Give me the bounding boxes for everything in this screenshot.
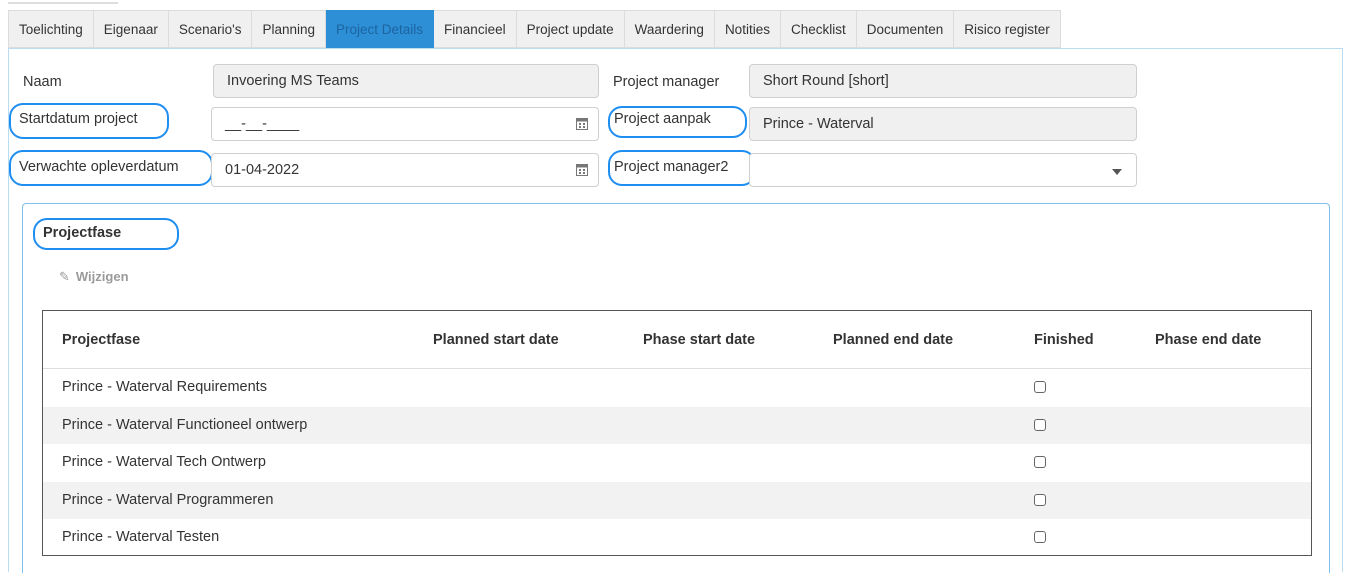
startdatum-value: __-__-____: [225, 116, 300, 132]
finished-checkbox[interactable]: [1034, 418, 1046, 431]
wijzigen-label: Wijzigen: [75, 269, 129, 284]
tab-waardering[interactable]: Waardering: [624, 10, 715, 48]
col-phase-start-date: Phase start date: [643, 332, 756, 348]
tab-eigenaar[interactable]: Eigenaar: [93, 10, 169, 48]
pencil-icon: ✎: [59, 269, 70, 284]
calendar-icon[interactable]: [576, 117, 588, 130]
finished-checkbox[interactable]: [1034, 456, 1046, 468]
table-header: Projectfase Planned start date Phase sta…: [43, 311, 1311, 369]
table-row: Prince - Waterval Requirements: [43, 369, 1311, 407]
row-phase-name: Prince - Waterval Testen: [62, 529, 220, 545]
row-phase-name: Prince - Waterval Functioneel ontwerp: [62, 416, 308, 433]
naam-field: Invoering MS Teams: [213, 64, 599, 98]
tab-documenten[interactable]: Documenten: [856, 10, 955, 48]
chevron-down-icon[interactable]: [1112, 169, 1122, 175]
verwachte-input[interactable]: 01-04-2022: [211, 153, 599, 187]
projectfase-section: Projectfase ✎ Wijzigen Projectfase Planne…: [22, 203, 1330, 573]
tab-planning[interactable]: Planning: [252, 10, 326, 48]
row-phase-name: Prince - Waterval Programmeren: [62, 491, 274, 508]
tab-notities[interactable]: Notities: [714, 10, 781, 48]
tab-toelichting[interactable]: Toelichting: [8, 10, 94, 48]
verwachte-value: 01-04-2022: [225, 162, 300, 178]
startdatum-input[interactable]: __-__-____: [211, 107, 599, 141]
tab-financieel[interactable]: Financieel: [434, 10, 517, 48]
tab-project-update[interactable]: Project update: [516, 10, 625, 48]
tab-scenarios[interactable]: Scenario's: [168, 10, 253, 48]
col-planned-start-date: Planned start date: [433, 332, 559, 348]
col-planned-end-date: Planned end date: [833, 332, 954, 348]
table-row: Prince - Waterval Tech Ontwerp: [43, 444, 1311, 482]
row-phase-name: Prince - Waterval Tech Ontwerp: [62, 454, 266, 470]
wijzigen-button[interactable]: ✎ Wijzigen: [59, 269, 129, 285]
table-row: Prince - Waterval Programmeren: [43, 481, 1311, 519]
page-heading-fragment: [8, 0, 118, 4]
finished-checkbox[interactable]: [1034, 493, 1046, 506]
project-aanpak-field: Prince - Waterval: [749, 107, 1137, 141]
projectfase-table: Projectfase Planned start date Phase sta…: [42, 310, 1312, 556]
finished-checkbox[interactable]: [1034, 531, 1046, 543]
col-finished: Finished: [1034, 332, 1094, 348]
naam-label: Naam: [23, 74, 62, 90]
project-manager-label: Project manager: [613, 74, 720, 90]
project-aanpak-label: Project aanpak: [614, 111, 711, 127]
projectfase-title: Projectfase: [33, 218, 179, 250]
row-phase-name: Prince - Waterval Requirements: [62, 379, 267, 395]
project-manager2-label: Project manager2: [614, 159, 729, 175]
project-manager-field: Short Round [short]: [749, 64, 1137, 98]
project-manager2-select[interactable]: [749, 153, 1137, 187]
project-details-panel: Naam Invoering MS Teams Project manager …: [8, 48, 1343, 573]
col-projectfase: Projectfase: [62, 332, 141, 348]
top-strip: [0, 0, 1353, 10]
finished-checkbox[interactable]: [1034, 381, 1046, 393]
col-phase-end-date: Phase end date: [1155, 332, 1262, 348]
table-row: Prince - Waterval Functioneel ontwerp: [43, 406, 1311, 444]
tab-project-details[interactable]: Project Details: [326, 10, 435, 48]
tab-checklist[interactable]: Checklist: [780, 10, 857, 48]
calendar-icon[interactable]: [576, 163, 588, 176]
table-row: Prince - Waterval Testen: [43, 519, 1311, 557]
tab-risico-register[interactable]: Risico register: [954, 10, 1061, 48]
tab-bar: Toelichting Eigenaar Scenario's Planning…: [8, 10, 1061, 48]
verwachte-label: Verwachte opleverdatum: [19, 159, 179, 175]
startdatum-label: Startdatum project: [19, 111, 138, 127]
